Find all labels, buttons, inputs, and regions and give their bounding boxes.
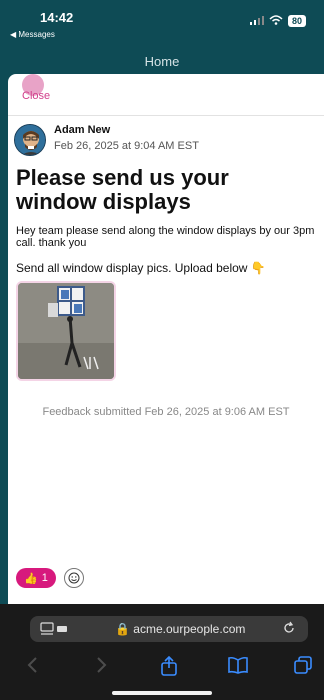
page-title: Home bbox=[144, 54, 180, 69]
browser-nav-row bbox=[0, 655, 324, 681]
feedback-status: Feedback submitted Feb 26, 2025 at 9:06 … bbox=[42, 406, 290, 418]
smiley-plus-icon bbox=[68, 572, 80, 584]
post-date: Feb 26, 2025 at 9:04 AM EST bbox=[54, 140, 199, 152]
reactions-bar: 👍 1 bbox=[16, 568, 84, 588]
url-text: 🔒 acme.ourpeople.com bbox=[115, 622, 245, 636]
share-icon[interactable] bbox=[160, 655, 178, 681]
app-header: Home bbox=[0, 44, 324, 76]
add-reaction-button[interactable] bbox=[63, 568, 84, 588]
home-indicator bbox=[112, 691, 212, 695]
attached-image-thumbnail[interactable] bbox=[16, 281, 116, 381]
post-instructions: Send all window display pics. Upload bel… bbox=[16, 261, 266, 275]
avatar bbox=[14, 124, 46, 156]
reload-icon[interactable] bbox=[282, 621, 296, 640]
page-settings-icon[interactable] bbox=[40, 622, 70, 641]
post-body: Hey team please send along the window di… bbox=[16, 225, 315, 249]
bookmarks-icon[interactable] bbox=[228, 656, 248, 679]
url-value: acme.ourpeople.com bbox=[133, 622, 246, 636]
author-name: Adam New bbox=[54, 124, 111, 136]
address-bar[interactable]: 🔒 acme.ourpeople.com bbox=[30, 616, 308, 642]
lock-icon: 🔒 bbox=[115, 622, 130, 636]
status-icons: 80 bbox=[249, 12, 306, 30]
back-to-messages-link[interactable]: ◀ Messages bbox=[10, 30, 55, 39]
divider bbox=[8, 115, 324, 116]
thumbs-up-reaction[interactable]: 👍 1 bbox=[16, 568, 56, 588]
signal-icon bbox=[249, 12, 264, 30]
back-chevron-icon[interactable] bbox=[26, 656, 40, 679]
reaction-count: 1 bbox=[41, 572, 48, 584]
post-title: Please send us your window displays bbox=[16, 165, 229, 214]
post-card: Close Adam New Feb 26, 2025 at 9:04 AM E… bbox=[8, 74, 324, 604]
battery-indicator: 80 bbox=[287, 15, 306, 27]
forward-chevron-icon[interactable] bbox=[94, 656, 108, 679]
status-bar: 14:42 ◀ Messages 80 bbox=[0, 0, 324, 44]
status-time: 14:42 bbox=[40, 10, 74, 25]
browser-toolbar: 🔒 acme.ourpeople.com bbox=[0, 604, 324, 700]
thumbs-up-icon: 👍 bbox=[24, 572, 38, 585]
tabs-icon[interactable] bbox=[294, 656, 312, 679]
wifi-icon bbox=[269, 12, 283, 30]
close-button[interactable]: Close bbox=[22, 90, 50, 102]
